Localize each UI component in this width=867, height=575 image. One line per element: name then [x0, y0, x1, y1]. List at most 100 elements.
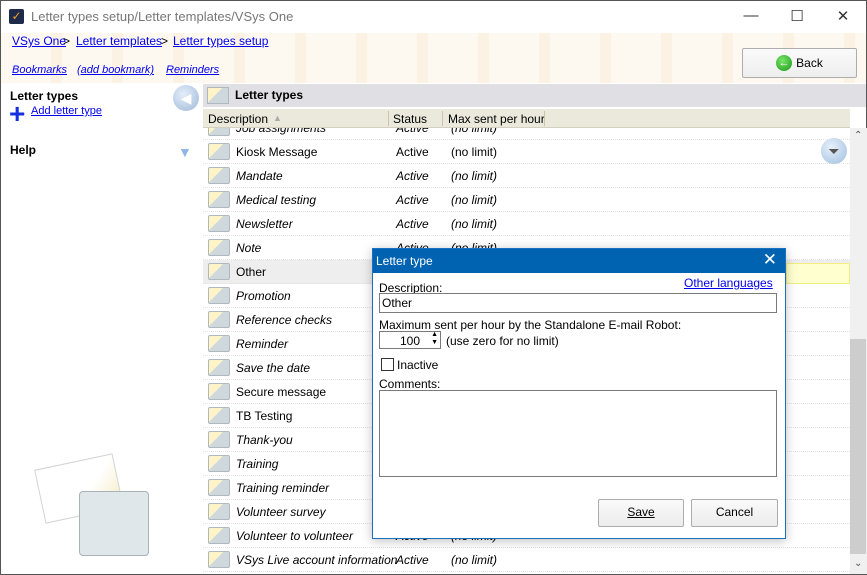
row-max-sent: (no limit) [451, 145, 498, 159]
table-row[interactable]: Newsletter Active (no limit) [203, 212, 850, 236]
letter-type-icon [208, 479, 230, 496]
dialog-title-bar: Letter type ✕ [373, 249, 785, 273]
breadcrumb-vsys-one[interactable]: VSys One [12, 34, 66, 48]
window-title: Letter types setup/Letter templates/VSys… [31, 9, 294, 24]
collapse-panel-icon[interactable]: ◀ [173, 85, 199, 111]
sort-ascending-icon: ▲ [273, 113, 282, 123]
other-languages-link[interactable]: Other languages [684, 276, 773, 290]
inactive-checkbox[interactable] [381, 358, 394, 371]
letter-templates-illustration-icon [34, 441, 159, 561]
app-logo-icon: ✓ [9, 9, 24, 24]
add-bookmark-link[interactable]: (add bookmark) [77, 64, 154, 76]
breadcrumb-separator: > [63, 34, 71, 48]
row-description: Reference checks [236, 313, 333, 327]
reminders-link[interactable]: Reminders [166, 64, 219, 76]
back-button[interactable]: ← Back [742, 48, 857, 78]
row-description: Save the date [236, 361, 311, 375]
row-max-sent: (no limit) [451, 217, 498, 231]
row-description: Reminder [236, 337, 289, 351]
letter-type-icon [208, 455, 230, 472]
row-description: TB Testing [236, 409, 293, 423]
back-arrow-icon: ← [776, 55, 793, 71]
title-bar: ✓ Letter types setup/Letter templates/VS… [1, 1, 866, 33]
letter-type-icon [208, 431, 230, 448]
comments-label: Comments: [379, 377, 441, 391]
breadcrumb-separator: > [161, 34, 169, 48]
row-status: Active [396, 145, 429, 159]
row-status: Active [396, 128, 429, 135]
row-description: Job assignments [236, 128, 327, 135]
table-row[interactable]: Mandate Active (no limit) [203, 164, 850, 188]
save-label: Save [627, 505, 655, 519]
column-divider[interactable] [442, 111, 443, 126]
row-description: Other [236, 265, 267, 279]
description-input[interactable]: Other [379, 293, 777, 313]
row-description: Kiosk Message [236, 145, 318, 159]
column-divider[interactable] [544, 111, 545, 126]
breadcrumb-letter-templates[interactable]: Letter templates [76, 34, 162, 48]
letter-type-icon [208, 335, 230, 352]
sidebar-heading-help: Help [10, 143, 37, 157]
column-header-status[interactable]: Status [393, 112, 427, 126]
column-divider[interactable] [388, 111, 389, 126]
add-icon: + [9, 98, 26, 129]
row-max-sent: (no limit) [451, 128, 498, 135]
letter-type-icon [208, 551, 230, 568]
row-status: Active [396, 553, 429, 567]
breadcrumb-letter-types-setup[interactable]: Letter types setup [173, 34, 268, 48]
row-description: Volunteer to volunteer [236, 529, 353, 543]
save-button[interactable]: Save [598, 499, 684, 527]
max-sent-hint: (use zero for no limit) [446, 334, 559, 348]
row-description: Newsletter [236, 217, 293, 231]
row-status: Active [396, 193, 429, 207]
letter-type-icon [208, 263, 230, 280]
letter-type-icon [208, 407, 230, 424]
dialog-close-icon[interactable]: ✕ [763, 250, 777, 270]
table-row[interactable]: Job assignments Active (no limit) [203, 128, 850, 140]
table-row[interactable]: VSys Live account information Active (no… [203, 548, 850, 572]
letter-type-icon [208, 191, 230, 208]
back-label: Back [796, 56, 823, 70]
letter-type-icon [208, 167, 230, 184]
max-sent-value[interactable]: 100 [400, 334, 420, 348]
grid-title: Letter types [235, 88, 304, 102]
letter-type-icon [208, 359, 230, 376]
letter-type-icon [208, 143, 230, 160]
max-sent-spinner[interactable]: 100 ▲ ▼ [379, 331, 441, 349]
scroll-down-icon[interactable]: ⌄ [854, 558, 862, 569]
letter-type-icon [208, 311, 230, 328]
inactive-label[interactable]: Inactive [397, 358, 438, 372]
minimize-button[interactable]: — [736, 7, 766, 24]
selected-row-highlight [786, 263, 850, 284]
letter-type-icon [208, 239, 230, 256]
row-description: VSys Live account information [236, 553, 398, 567]
row-description: Training [236, 457, 279, 471]
letter-type-icon [208, 503, 230, 520]
column-header-description[interactable]: Description [208, 112, 268, 126]
row-description: Promotion [236, 289, 291, 303]
max-sent-label: Maximum sent per hour by the Standalone … [379, 318, 682, 332]
column-header-max-sent[interactable]: Max sent per hour [448, 112, 545, 126]
letter-type-icon [208, 287, 230, 304]
expand-help-icon[interactable]: ▼ [178, 144, 192, 160]
row-description: Secure message [236, 385, 327, 399]
comments-textarea[interactable] [379, 390, 777, 477]
bookmarks-link[interactable]: Bookmarks [12, 64, 67, 76]
scrollbar-thumb[interactable] [850, 339, 866, 554]
spinner-arrows-icon[interactable]: ▲ ▼ [431, 331, 438, 347]
letter-type-dialog: Letter type ✕ Other languages Descriptio… [372, 248, 786, 539]
row-max-sent: (no limit) [451, 193, 498, 207]
row-max-sent: (no limit) [451, 553, 498, 567]
filter-icon[interactable]: ⏷ [821, 138, 847, 164]
cancel-button[interactable]: Cancel [691, 499, 778, 527]
letter-type-icon [208, 527, 230, 544]
maximize-button[interactable]: ☐ [782, 7, 812, 25]
close-button[interactable]: ✕ [828, 7, 858, 25]
letter-type-icon [208, 128, 230, 136]
letter-type-icon [208, 215, 230, 232]
table-row[interactable]: Medical testing Active (no limit) [203, 188, 850, 212]
table-row[interactable]: Kiosk Message Active (no limit) [203, 140, 850, 164]
add-letter-type-link[interactable]: Add letter type [31, 105, 102, 117]
scroll-up-icon[interactable]: ⌃ [854, 130, 862, 141]
row-description: Mandate [236, 169, 283, 183]
